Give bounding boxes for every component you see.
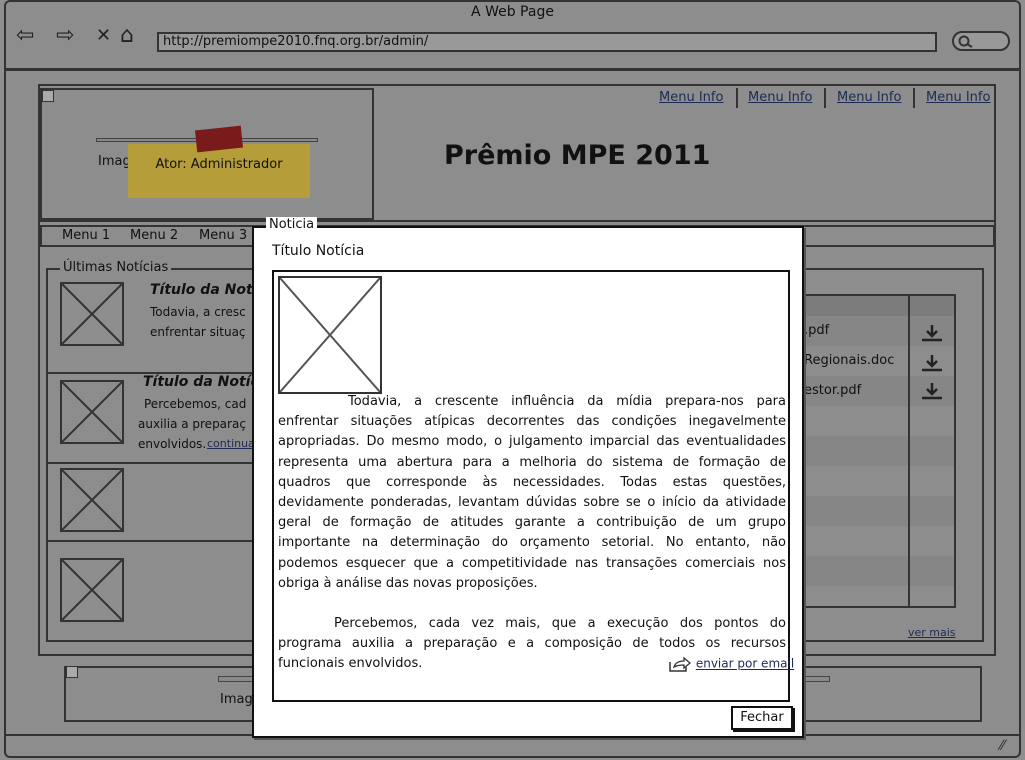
news-title[interactable]: Título da Notíci [143, 374, 254, 390]
menu-info-divider [913, 88, 915, 108]
news-continue-link[interactable]: continua... [207, 434, 254, 454]
menu-info-divider [824, 88, 826, 108]
download-icon[interactable] [920, 382, 944, 400]
see-more-link[interactable]: ver mais [908, 626, 956, 639]
close-modal-button[interactable]: Fechar [731, 706, 793, 730]
downloads-table-header [800, 296, 954, 316]
news-row-divider [46, 540, 258, 542]
send-email-link[interactable]: enviar por email [696, 657, 794, 671]
menu-info-divider [736, 88, 738, 108]
actor-postit-note: Ator: Administrador [128, 144, 310, 198]
modal-body-text: Todavia, a crescente influência da mídia… [278, 394, 786, 675]
download-row-empty [800, 556, 954, 586]
downloads-column-divider [908, 296, 910, 608]
download-icon[interactable] [920, 324, 944, 342]
modal-image-placeholder [278, 276, 382, 394]
modal-news-title: Título Notícia [272, 243, 365, 259]
news-image-placeholder [60, 282, 124, 346]
toolbar-divider [6, 68, 1019, 71]
menu-info-link-2[interactable]: Menu Info [748, 90, 812, 105]
download-row-empty [800, 496, 954, 526]
header-divider [40, 220, 995, 222]
modal-paragraph: Todavia, a crescente influência da mídia… [278, 394, 786, 591]
menu-info-link-1[interactable]: Menu Info [659, 90, 723, 105]
home-icon[interactable]: ⌂ [120, 24, 134, 48]
broken-image-icon [66, 666, 78, 678]
search-icon [958, 35, 973, 48]
news-excerpt: Percebemos, cad [144, 397, 247, 411]
window-title: A Web Page [471, 4, 554, 20]
menu-item-1[interactable]: Menu 1 [62, 228, 110, 243]
url-bar[interactable]: http://premiompe2010.fnq.org.br/admin/ [157, 32, 937, 52]
download-row-empty [800, 466, 954, 496]
download-row-empty [800, 526, 954, 556]
news-image-placeholder [60, 558, 124, 622]
download-row-empty [800, 436, 954, 466]
news-excerpt: envolvidos. [138, 437, 207, 451]
menu-info-link-3[interactable]: Menu Info [837, 90, 901, 105]
browser-search-field[interactable] [952, 31, 1010, 51]
broken-image-icon [42, 90, 54, 102]
resize-grip-icon[interactable]: ⁄⁄ [1000, 738, 1005, 754]
modal-legend: Noticia [266, 217, 318, 232]
forward-arrow-icon[interactable]: ⇨ [56, 24, 74, 48]
download-icon[interactable] [920, 354, 944, 372]
stop-icon[interactable]: ✕ [96, 24, 111, 48]
menu-item-2[interactable]: Menu 2 [130, 228, 178, 243]
news-image-placeholder [60, 468, 124, 532]
email-share[interactable]: enviar por email [668, 656, 794, 672]
latest-news-legend: Últimas Notícias [60, 260, 172, 275]
menu-info-link-4[interactable]: Menu Info [926, 90, 990, 105]
logo-label: Imag [98, 154, 131, 169]
page-title: Prêmio MPE 2011 [444, 140, 711, 171]
news-image-placeholder [60, 380, 124, 444]
share-email-icon [669, 656, 692, 672]
download-row-empty [800, 406, 954, 436]
back-arrow-icon[interactable]: ⇦ [16, 24, 34, 48]
news-excerpt: auxilia a preparaç [138, 417, 246, 431]
news-excerpt: Todavia, a cresc [150, 305, 246, 319]
menu-item-3[interactable]: Menu 3 [199, 228, 247, 243]
news-excerpt: enfrentar situaç [150, 325, 246, 339]
news-row-divider [46, 462, 258, 464]
news-title[interactable]: Título da Notíc [150, 282, 254, 298]
